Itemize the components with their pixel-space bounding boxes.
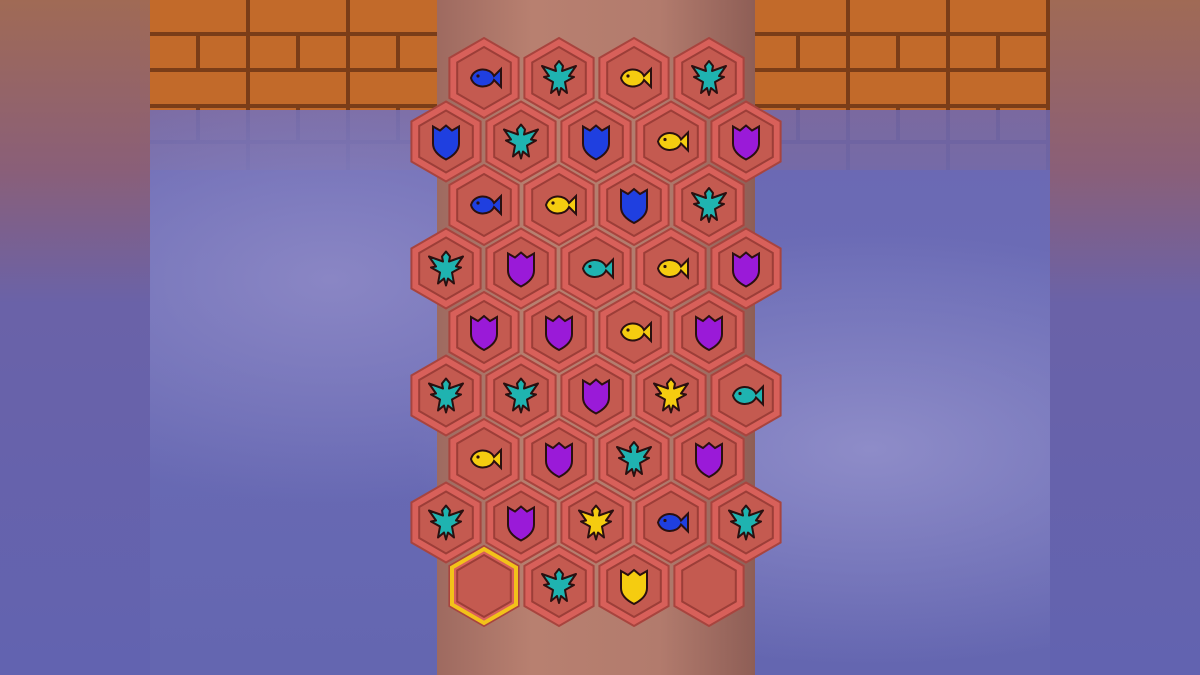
- hex-cell[interactable]: [523, 417, 595, 501]
- hex-cell[interactable]: [448, 544, 520, 628]
- hex-cell[interactable]: [485, 354, 557, 437]
- hex-cell[interactable]: [635, 100, 707, 183]
- purple-shield-icon: [732, 124, 760, 161]
- hex-cell[interactable]: [448, 36, 520, 120]
- hex-cell[interactable]: [598, 417, 670, 501]
- hex-cell[interactable]: [598, 163, 670, 247]
- hex-cell[interactable]: [635, 227, 707, 310]
- game-scene: [150, 0, 1050, 675]
- hex-cell[interactable]: [560, 481, 632, 564]
- purple-shield-icon: [545, 314, 573, 352]
- purple-shield-icon: [507, 505, 535, 542]
- hex-cell[interactable]: [673, 544, 745, 628]
- hex-board: [410, 36, 782, 628]
- purple-shield-icon: [695, 441, 723, 479]
- right-letterbox: [1050, 0, 1200, 675]
- purple-shield-icon: [470, 314, 498, 352]
- hex-cell[interactable]: [410, 227, 482, 310]
- purple-shield-icon: [695, 314, 723, 352]
- hex-cell[interactable]: [485, 481, 557, 564]
- hex-cell[interactable]: [710, 100, 782, 183]
- blue-shield-icon: [620, 187, 648, 225]
- purple-shield-icon: [732, 251, 760, 288]
- hex-cell[interactable]: [485, 227, 557, 310]
- hex-cell[interactable]: [523, 36, 595, 120]
- hex-cell[interactable]: [598, 290, 670, 374]
- purple-shield-icon: [582, 378, 610, 415]
- hex-cell[interactable]: [410, 100, 482, 183]
- hex-cell[interactable]: [635, 354, 707, 437]
- hex-cell[interactable]: [673, 290, 745, 374]
- left-letterbox: [0, 0, 150, 675]
- hex-cell[interactable]: [673, 163, 745, 247]
- hex-cell[interactable]: [560, 227, 632, 310]
- hex-cell[interactable]: [598, 544, 670, 628]
- hex-cell[interactable]: [523, 163, 595, 247]
- hex-cell[interactable]: [710, 227, 782, 310]
- hex-cell[interactable]: [410, 481, 482, 564]
- blue-shield-icon: [582, 124, 610, 161]
- yellow-shield-icon: [620, 568, 648, 606]
- purple-shield-icon: [507, 251, 535, 288]
- hex-cell[interactable]: [710, 481, 782, 564]
- hex-cell[interactable]: [673, 36, 745, 120]
- hex-cell[interactable]: [710, 354, 782, 437]
- hex-cell[interactable]: [485, 100, 557, 183]
- hex-cell[interactable]: [448, 290, 520, 374]
- hex-cell[interactable]: [523, 544, 595, 628]
- hex-cell[interactable]: [560, 354, 632, 437]
- hex-cell[interactable]: [448, 417, 520, 501]
- purple-shield-icon: [545, 441, 573, 479]
- hex-cell[interactable]: [673, 417, 745, 501]
- hex-cell[interactable]: [410, 354, 482, 437]
- hex-cell[interactable]: [598, 36, 670, 120]
- hex-cell[interactable]: [560, 100, 632, 183]
- hex-cell[interactable]: [448, 163, 520, 247]
- blue-shield-icon: [432, 124, 460, 161]
- hex-cell[interactable]: [635, 481, 707, 564]
- hex-cell[interactable]: [523, 290, 595, 374]
